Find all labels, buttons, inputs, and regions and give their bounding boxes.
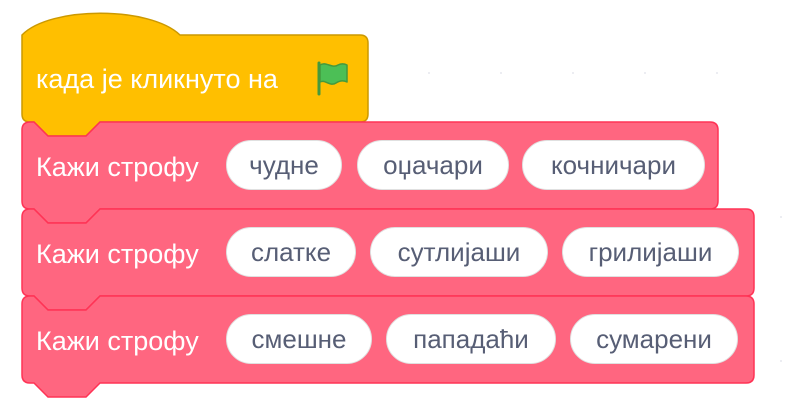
say-block-label: Кажи строфу (36, 239, 199, 269)
say-arg-input[interactable]: сутлијаши (370, 227, 548, 277)
say-block-label: Кажи строфу (36, 326, 199, 356)
say-block-label: Кажи строфу (36, 152, 199, 182)
say-arg-input[interactable]: чудне (226, 140, 342, 190)
green-flag-icon (317, 61, 348, 96)
say-arg-input[interactable]: грилијаши (562, 227, 739, 277)
say-arg-input[interactable]: пападаћи (386, 314, 556, 364)
say-arg-input[interactable]: кочничари (522, 140, 705, 190)
say-arg-input[interactable]: смешне (226, 314, 372, 364)
scripts-area[interactable]: када је кликнуто на Кажи строфу чудне оџ… (0, 0, 800, 419)
say-arg-input[interactable]: сумарени (570, 314, 738, 364)
hat-block-label: када је кликнуто на (36, 64, 278, 94)
say-arg-input[interactable]: оџачари (357, 140, 509, 190)
say-arg-input[interactable]: слатке (226, 227, 356, 277)
